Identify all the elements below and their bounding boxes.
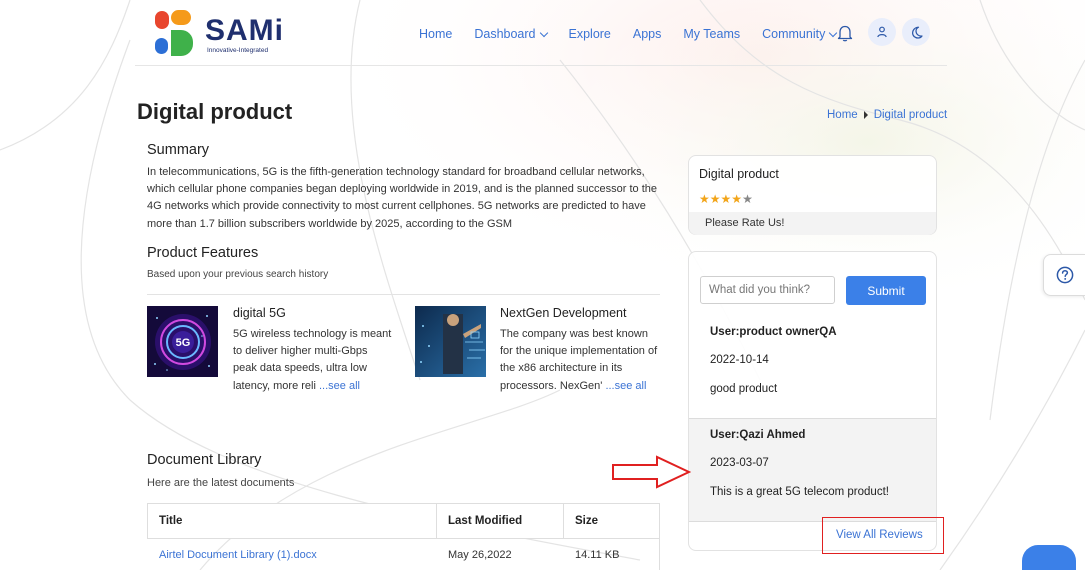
product-features-heading: Product Features	[147, 245, 259, 261]
review-date: 2023-03-07	[710, 457, 769, 469]
breadcrumb-current[interactable]: Digital product	[874, 109, 948, 121]
document-size: 14.11 KB	[575, 549, 620, 561]
document-library-subheading: Here are the latest documents	[147, 477, 295, 489]
sami-logo[interactable]: SAMi Innovative-Integrated	[153, 8, 293, 58]
dark-mode-toggle[interactable]	[902, 18, 930, 46]
nav-dashboard[interactable]: Dashboard	[474, 27, 548, 41]
see-all-link[interactable]: ...see all	[605, 380, 646, 392]
chevron-down-icon	[539, 28, 548, 37]
star-icon[interactable]: ★	[721, 192, 732, 206]
rate-prompt-row: Please Rate Us!	[689, 212, 936, 235]
star-icon[interactable]: ★	[710, 192, 721, 206]
divider	[147, 294, 660, 295]
caret-right-icon	[863, 111, 868, 119]
nav-home[interactable]: Home	[419, 27, 452, 41]
page: SAMi Innovative-Integrated Home Dashboar…	[0, 0, 1085, 570]
product-image-nextgen[interactable]	[415, 306, 486, 377]
review-text: This is a great 5G telecom product!	[710, 486, 889, 498]
logo-tagline: Innovative-Integrated	[207, 47, 269, 54]
user-profile-button[interactable]	[868, 18, 896, 46]
review-input[interactable]	[700, 276, 835, 304]
product-name[interactable]: NextGen Development	[500, 306, 626, 320]
svg-text:5G: 5G	[176, 337, 191, 349]
product-features-subheading: Based upon your previous search history	[147, 269, 329, 280]
moon-icon	[911, 26, 923, 39]
table-row: Airtel Document Library (1).docx May 26,…	[148, 539, 660, 570]
logo-mark-icon	[153, 8, 197, 58]
summary-text: In telecommunications, 5G is the fifth-g…	[147, 166, 657, 230]
nav-my-teams[interactable]: My Teams	[683, 27, 740, 41]
help-button[interactable]	[1043, 254, 1085, 296]
submit-review-button[interactable]: Submit	[846, 276, 926, 305]
document-modified: May 26,2022	[448, 549, 512, 561]
column-header-last-modified[interactable]: Last Modified	[436, 503, 564, 539]
rate-prompt: Please Rate Us!	[705, 217, 785, 229]
see-all-link[interactable]: ...see all	[319, 380, 360, 392]
annotation-highlight-box	[822, 517, 944, 554]
nav-explore[interactable]: Explore	[569, 27, 611, 41]
table-header-row: Title Last Modified Size	[147, 503, 660, 539]
rating-product-title: Digital product	[699, 167, 779, 181]
bell-icon[interactable]	[837, 24, 853, 42]
rating-card: Digital product ★★★★★ Please Rate Us!	[688, 155, 937, 235]
top-header: SAMi Innovative-Integrated Home Dashboar…	[135, 0, 947, 66]
question-circle-icon	[1056, 266, 1073, 284]
nav-apps[interactable]: Apps	[633, 27, 662, 41]
product-description: The company was best known for the uniqu…	[500, 328, 658, 392]
product-name[interactable]: digital 5G	[233, 306, 286, 320]
user-icon	[877, 26, 887, 38]
column-header-title[interactable]: Title	[147, 503, 437, 539]
review-text: good product	[710, 383, 778, 395]
nav-community[interactable]: Community	[762, 27, 838, 41]
annotation-arrow-icon	[612, 455, 691, 489]
reviews-card: Submit User:product ownerQA 2022-10-14 g…	[688, 251, 937, 551]
review-user: User:Qazi Ahmed	[710, 429, 806, 441]
review-user: User:product ownerQA	[710, 326, 837, 338]
product-image-digital-5g[interactable]: 5G	[147, 306, 218, 377]
page-title: Digital product	[137, 99, 293, 124]
star-icon[interactable]: ★	[742, 192, 753, 206]
logo-text: SAMi	[205, 14, 284, 47]
column-header-size[interactable]: Size	[563, 503, 660, 539]
document-title-link[interactable]: Airtel Document Library (1).docx	[148, 539, 437, 570]
document-library-heading: Document Library	[147, 452, 262, 468]
main-nav: Home Dashboard Explore Apps My Teams Com…	[419, 24, 858, 44]
document-table: Title Last Modified Size Airtel Document…	[147, 503, 660, 570]
star-rating[interactable]: ★★★★★	[699, 192, 753, 206]
chat-launcher-button[interactable]	[1022, 545, 1076, 570]
breadcrumb-home[interactable]: Home	[827, 109, 858, 121]
star-icon[interactable]: ★	[699, 192, 710, 206]
review-date: 2022-10-14	[710, 354, 769, 366]
product-description: 5G wireless technology is meant to deliv…	[233, 328, 392, 392]
breadcrumb: Home Digital product	[827, 109, 947, 121]
star-icon[interactable]: ★	[731, 192, 742, 206]
summary-heading: Summary	[147, 142, 210, 158]
